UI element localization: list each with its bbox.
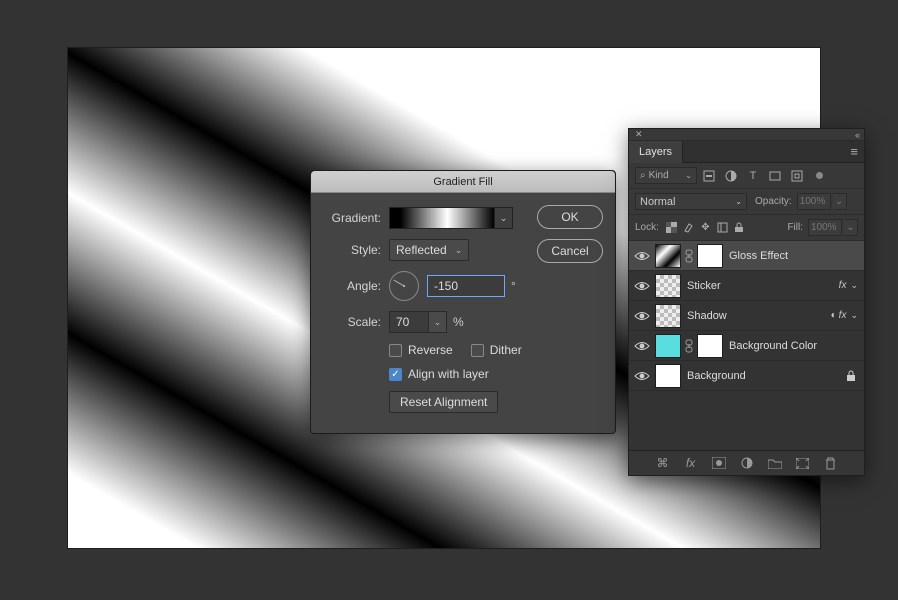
filter-pixel-icon[interactable] xyxy=(699,170,719,182)
scale-dropdown-icon[interactable]: ⌄ xyxy=(429,311,447,333)
layer-row[interactable]: Gloss Effect xyxy=(629,241,864,271)
cancel-button[interactable]: Cancel xyxy=(537,239,603,263)
kind-label: Kind xyxy=(649,170,669,181)
dialog-title: Gradient Fill xyxy=(311,171,615,193)
collapse-icon[interactable]: « xyxy=(855,130,864,140)
visibility-icon[interactable] xyxy=(629,370,655,382)
layer-row[interactable]: Sticker fx ⌄ xyxy=(629,271,864,301)
chevron-down-icon: ⌄ xyxy=(455,245,463,256)
layer-thumbnail[interactable] xyxy=(655,244,681,268)
checkbox-checked-icon xyxy=(389,368,402,381)
align-checkbox[interactable]: Align with layer xyxy=(389,367,489,381)
opacity-dropdown-icon[interactable]: ⌄ xyxy=(833,193,847,210)
dither-label: Dither xyxy=(490,343,522,357)
layer-row[interactable]: Background xyxy=(629,361,864,391)
visibility-icon[interactable] xyxy=(629,280,655,292)
opacity-input[interactable]: 100% xyxy=(797,193,831,210)
filter-type-icon[interactable]: T xyxy=(743,170,763,182)
fx-badge[interactable]: fx xyxy=(839,310,849,321)
blend-mode-select[interactable]: Normal ⌄ xyxy=(635,193,747,210)
lock-label: Lock: xyxy=(635,222,659,233)
visibility-icon[interactable] xyxy=(629,340,655,352)
layer-name[interactable]: Sticker xyxy=(685,280,839,292)
filter-kind-select[interactable]: ⌕ Kind ⌄ xyxy=(635,167,697,184)
dither-checkbox[interactable]: Dither xyxy=(471,343,522,357)
filter-adjustment-icon[interactable] xyxy=(721,170,741,182)
chevron-down-icon: ⌄ xyxy=(735,197,742,206)
visibility-icon[interactable] xyxy=(629,310,655,322)
lock-transparency-icon[interactable] xyxy=(664,222,679,233)
fill-dropdown-icon[interactable]: ⌄ xyxy=(844,219,858,236)
new-layer-icon[interactable] xyxy=(796,458,810,469)
gradient-fill-dialog: Gradient Fill OK Cancel Gradient: ⌄ Styl… xyxy=(310,170,616,434)
gradient-label: Gradient: xyxy=(323,211,389,225)
visibility-icon[interactable] xyxy=(629,250,655,262)
lock-all-icon[interactable] xyxy=(732,222,747,233)
lock-position-icon[interactable]: ✥ xyxy=(698,222,713,233)
fill-input[interactable]: 100% xyxy=(808,219,842,236)
angle-input[interactable] xyxy=(427,275,505,297)
chevron-down-icon[interactable]: ⌄ xyxy=(848,280,864,291)
layer-name[interactable]: Shadow xyxy=(685,310,831,322)
style-value: Reflected xyxy=(396,243,447,257)
panel-menu-icon[interactable]: ≡ xyxy=(844,144,864,159)
mask-thumbnail[interactable] xyxy=(697,334,723,358)
layer-name[interactable]: Background xyxy=(685,370,838,382)
fill-label: Fill: xyxy=(787,222,803,233)
filter-smart-icon[interactable] xyxy=(787,170,807,182)
reverse-checkbox[interactable]: Reverse xyxy=(389,343,453,357)
filter-badge[interactable]: ◐ xyxy=(831,310,839,321)
mask-thumbnail[interactable] xyxy=(697,244,723,268)
chevron-down-icon: ⌄ xyxy=(685,171,692,180)
gradient-picker[interactable] xyxy=(389,207,495,229)
checkbox-icon xyxy=(389,344,402,357)
opacity-value: 100% xyxy=(800,196,826,207)
layers-footer: ⌘ fx xyxy=(629,451,864,475)
scale-unit: % xyxy=(453,315,464,329)
delete-layer-icon[interactable] xyxy=(824,457,838,470)
scale-label: Scale: xyxy=(323,315,389,329)
filter-shape-icon[interactable] xyxy=(765,170,785,182)
blend-mode-value: Normal xyxy=(640,196,675,208)
layer-thumbnail[interactable] xyxy=(655,274,681,298)
chevron-down-icon[interactable]: ⌄ xyxy=(848,310,864,321)
layer-thumbnail[interactable] xyxy=(655,334,681,358)
lock-paint-icon[interactable] xyxy=(681,222,696,233)
layers-panel: ✕ « Layers ≡ ⌕ Kind ⌄ T Normal ⌄ Opac xyxy=(628,128,865,476)
layer-name[interactable]: Gloss Effect xyxy=(727,250,864,262)
style-label: Style: xyxy=(323,243,389,257)
new-group-icon[interactable] xyxy=(768,458,782,469)
filter-toggle-icon[interactable] xyxy=(809,172,829,179)
link-icon xyxy=(685,249,697,263)
layer-fx-icon[interactable]: fx xyxy=(684,456,698,470)
layer-thumbnail[interactable] xyxy=(655,364,681,388)
gradient-dropdown-icon[interactable]: ⌄ xyxy=(495,207,513,229)
angle-label: Angle: xyxy=(323,279,389,293)
ok-button[interactable]: OK xyxy=(537,205,603,229)
new-adjustment-icon[interactable] xyxy=(740,457,754,469)
add-mask-icon[interactable] xyxy=(712,457,726,469)
layer-row[interactable]: Background Color xyxy=(629,331,864,361)
reverse-label: Reverse xyxy=(408,343,453,357)
angle-dial[interactable] xyxy=(389,271,419,301)
layer-thumbnail[interactable] xyxy=(655,304,681,328)
layer-list: Gloss Effect Sticker fx ⌄ Shadow ◐ fx ⌄ xyxy=(629,241,864,451)
close-icon[interactable]: ✕ xyxy=(635,129,643,140)
scale-input[interactable] xyxy=(389,311,429,333)
angle-unit: ° xyxy=(511,279,516,293)
layers-tab[interactable]: Layers xyxy=(629,141,683,163)
link-layers-icon[interactable]: ⌘ xyxy=(656,456,670,470)
lock-icon xyxy=(838,370,864,382)
style-select[interactable]: Reflected ⌄ xyxy=(389,239,469,261)
layer-name[interactable]: Background Color xyxy=(727,340,864,352)
checkbox-icon xyxy=(471,344,484,357)
align-label: Align with layer xyxy=(408,367,489,381)
link-icon xyxy=(685,339,697,353)
fill-value: 100% xyxy=(811,222,837,233)
reset-alignment-button[interactable]: Reset Alignment xyxy=(389,391,498,413)
lock-artboard-icon[interactable] xyxy=(715,222,730,233)
opacity-label: Opacity: xyxy=(755,196,792,207)
layer-row[interactable]: Shadow ◐ fx ⌄ xyxy=(629,301,864,331)
fx-badge[interactable]: fx xyxy=(839,280,849,291)
